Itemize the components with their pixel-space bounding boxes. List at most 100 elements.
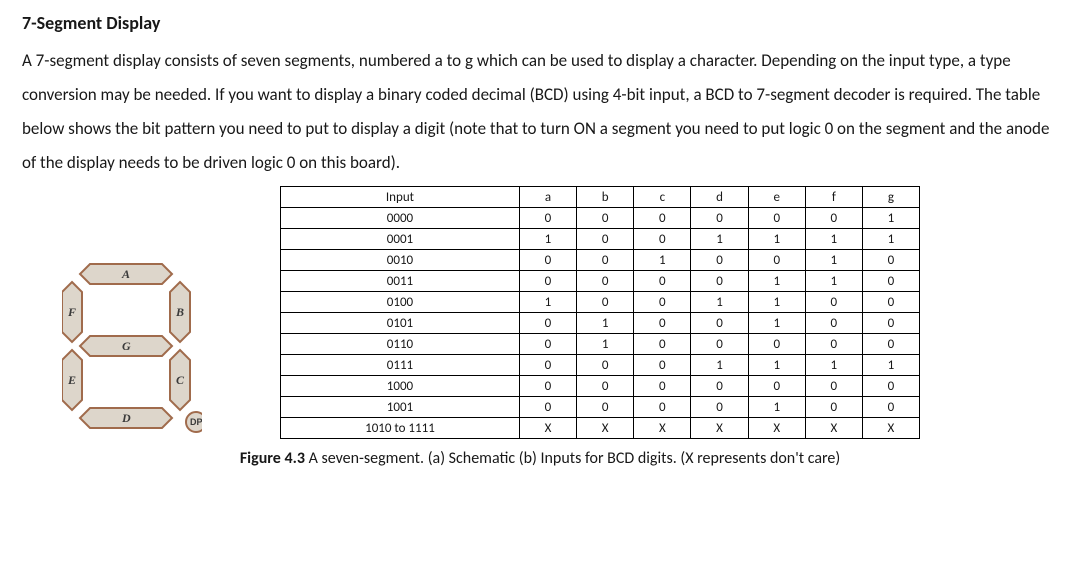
cell-value: 1: [691, 355, 748, 376]
cell-input: 0001: [281, 229, 520, 250]
cell-input: 0101: [281, 313, 520, 334]
cell-value: 1: [748, 355, 805, 376]
cell-value: 0: [519, 376, 576, 397]
cell-value: 1: [862, 355, 919, 376]
cell-input: 0110: [281, 334, 520, 355]
cell-value: 0: [634, 334, 691, 355]
cell-input: 0000: [281, 208, 520, 229]
cell-value: 1: [748, 271, 805, 292]
document-page: 7-Segment Display A 7-segment display co…: [0, 0, 1080, 482]
schematic-figure: A F B G E C: [22, 186, 242, 436]
cell-value: 0: [576, 271, 633, 292]
th-seg-f: f: [805, 187, 862, 208]
th-seg-e: e: [748, 187, 805, 208]
table-row: 00011001111: [281, 229, 920, 250]
cell-value: X: [691, 418, 748, 439]
table-row: 00000000001: [281, 208, 920, 229]
cell-input: 1000: [281, 376, 520, 397]
cell-value: 1: [748, 292, 805, 313]
truth-table-wrap: Inputabcdefg 000000000010001100111100100…: [280, 186, 1058, 439]
seg-a-label: A: [121, 267, 130, 281]
cell-value: X: [634, 418, 691, 439]
cell-value: 0: [519, 250, 576, 271]
seg-c-label: C: [176, 373, 185, 387]
cell-value: 0: [576, 355, 633, 376]
cell-value: X: [519, 418, 576, 439]
cell-value: 1: [862, 229, 919, 250]
cell-value: 0: [691, 334, 748, 355]
cell-value: X: [805, 418, 862, 439]
th-seg-c: c: [634, 187, 691, 208]
seg-b-label: B: [175, 305, 184, 319]
th-seg-d: d: [691, 187, 748, 208]
caption-text: A seven-segment. (a) Schematic (b) Input…: [305, 449, 840, 468]
th-seg-a: a: [519, 187, 576, 208]
cell-value: 1: [519, 292, 576, 313]
cell-value: X: [862, 418, 919, 439]
cell-value: 1: [691, 292, 748, 313]
table-row: 00110000110: [281, 271, 920, 292]
cell-value: 0: [634, 292, 691, 313]
cell-input: 1010 to 1111: [281, 418, 520, 439]
cell-value: 1: [748, 313, 805, 334]
cell-value: 0: [576, 292, 633, 313]
cell-value: 0: [691, 250, 748, 271]
cell-value: 0: [862, 271, 919, 292]
cell-value: 0: [748, 376, 805, 397]
cell-value: 0: [634, 229, 691, 250]
section-heading: 7-Segment Display: [22, 12, 1058, 34]
cell-value: 0: [805, 208, 862, 229]
cell-value: 0: [805, 334, 862, 355]
cell-value: 1: [805, 250, 862, 271]
cell-value: 1: [576, 313, 633, 334]
seg-g-label: G: [122, 339, 131, 353]
cell-value: 0: [576, 376, 633, 397]
th-input: Input: [281, 187, 520, 208]
cell-value: 0: [805, 313, 862, 334]
cell-input: 1001: [281, 397, 520, 418]
seg-dp-label: DP: [190, 417, 202, 427]
cell-input: 0111: [281, 355, 520, 376]
seg-f-label: F: [67, 305, 76, 319]
figure-row: A F B G E C: [22, 186, 1058, 439]
cell-value: 0: [691, 271, 748, 292]
cell-value: 1: [805, 229, 862, 250]
truth-table-body: 0000000000100011001111001000100100011000…: [281, 208, 920, 439]
cell-value: 0: [634, 376, 691, 397]
cell-input: 0011: [281, 271, 520, 292]
cell-value: 1: [748, 229, 805, 250]
cell-input: 0100: [281, 292, 520, 313]
cell-value: 1: [862, 208, 919, 229]
cell-value: 0: [519, 271, 576, 292]
table-header-row: Inputabcdefg: [281, 187, 920, 208]
cell-value: 1: [691, 229, 748, 250]
cell-value: 1: [519, 229, 576, 250]
table-row: 01110001111: [281, 355, 920, 376]
cell-value: 0: [691, 376, 748, 397]
seg-e-label: E: [67, 373, 76, 387]
figure-caption: Figure 4.3 A seven-segment. (a) Schemati…: [22, 449, 1058, 468]
cell-value: 1: [748, 397, 805, 418]
cell-value: 0: [519, 397, 576, 418]
th-seg-b: b: [576, 187, 633, 208]
cell-value: 0: [634, 208, 691, 229]
cell-value: 0: [862, 334, 919, 355]
cell-value: 1: [805, 271, 862, 292]
cell-value: 0: [519, 208, 576, 229]
table-row: 01001001100: [281, 292, 920, 313]
cell-value: 0: [576, 250, 633, 271]
seg-d-label: D: [121, 411, 131, 425]
cell-value: 0: [634, 355, 691, 376]
cell-value: 0: [519, 334, 576, 355]
cell-value: 0: [691, 313, 748, 334]
cell-value: 0: [862, 313, 919, 334]
cell-value: 0: [862, 250, 919, 271]
cell-value: 0: [576, 397, 633, 418]
cell-value: 0: [519, 313, 576, 334]
seven-segment-svg: A F B G E C: [62, 256, 202, 436]
table-row: 01100100000: [281, 334, 920, 355]
cell-value: 0: [862, 292, 919, 313]
cell-value: 0: [805, 376, 862, 397]
cell-value: X: [748, 418, 805, 439]
table-row: 01010100100: [281, 313, 920, 334]
